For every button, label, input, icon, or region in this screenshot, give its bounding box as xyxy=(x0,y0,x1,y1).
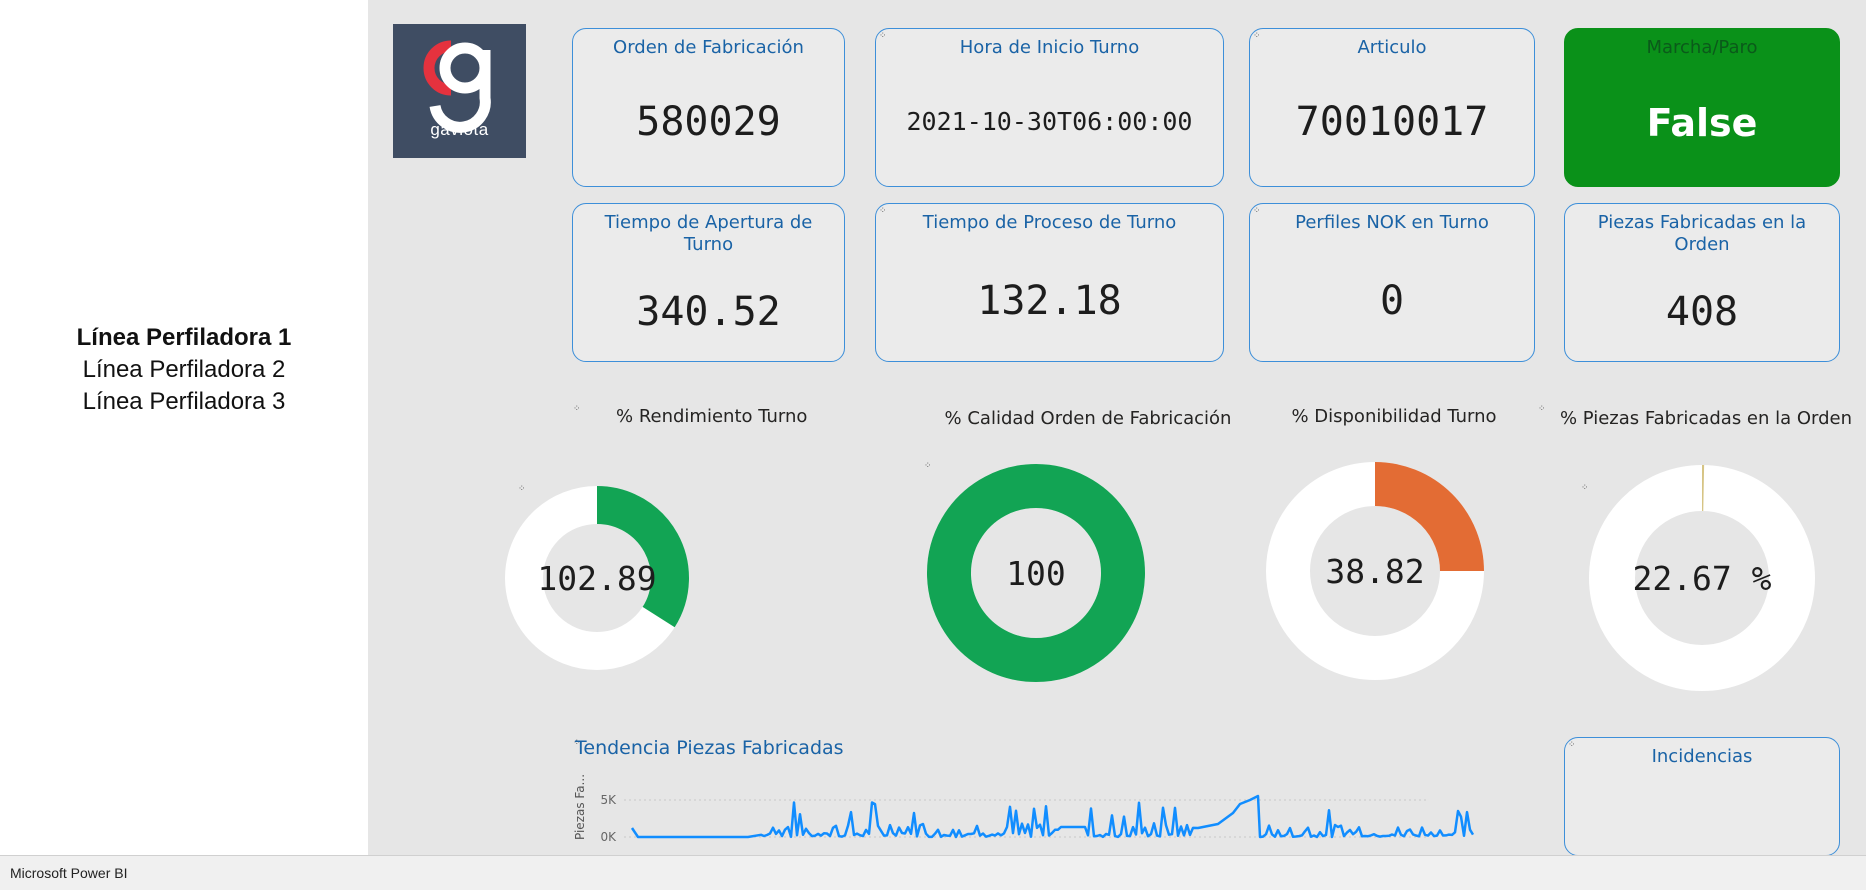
app-status-bar: Microsoft Power BI xyxy=(0,855,1866,890)
gaviota-logo: gaviota xyxy=(393,24,526,158)
logo-text: gaviota xyxy=(430,120,489,139)
donut-center-label: 22.67 % xyxy=(1632,559,1771,598)
card-value: 0 xyxy=(1379,278,1405,324)
card-value: 408 xyxy=(1665,289,1739,335)
card-marcha-paro[interactable]: Marcha/Paro False xyxy=(1564,28,1840,187)
card-title: Piezas Fabricadas en la Orden xyxy=(1597,212,1807,255)
card-perfiles-nok[interactable]: ⁘ Perfiles NOK en Turno 0 xyxy=(1249,203,1535,362)
card-title: Articulo xyxy=(1357,37,1427,58)
card-value: 2021-10-30T06:00:00 xyxy=(906,107,1193,136)
card-orden-fabricacion[interactable]: Orden de Fabricación 580029 xyxy=(572,28,845,187)
card-hora-inicio-turno[interactable]: ⁘ Hora de Inicio Turno 2021-10-30T06:00:… xyxy=(875,28,1224,187)
card-value: 340.52 xyxy=(636,289,781,335)
loading-icon: ⁘ xyxy=(1538,404,1546,414)
card-value: 580029 xyxy=(636,99,781,145)
loading-icon: ⁘ xyxy=(573,404,581,414)
card-incidencias[interactable]: ⁘ Incidencias xyxy=(1564,737,1840,856)
donut-center-label: 102.89 xyxy=(537,559,656,598)
loading-icon: ⁘ xyxy=(1581,483,1589,493)
card-title: Incidencias xyxy=(1651,746,1753,767)
donut-center-label: 38.82 xyxy=(1325,552,1424,591)
donut-title-piezas: % Piezas Fabricadas en la Orden xyxy=(1559,408,1853,429)
donut-chart-piezas[interactable]: ⁘ 22.67 % xyxy=(1578,460,1818,695)
card-tiempo-apertura[interactable]: Tiempo de Apertura de Turno 340.52 xyxy=(572,203,845,362)
card-title: Orden de Fabricación xyxy=(613,37,804,58)
card-title: Tiempo de Proceso de Turno xyxy=(922,212,1177,233)
donut-chart-calidad[interactable]: ⁘ 100 xyxy=(918,455,1158,690)
line-item-3[interactable]: Línea Perfiladora 3 xyxy=(0,386,368,418)
trend-y-axis-label: Piezas Fa... xyxy=(573,774,587,840)
card-tiempo-proceso[interactable]: ⁘ Tiempo de Proceso de Turno 132.18 xyxy=(875,203,1224,362)
trend-chart[interactable]: Piezas Fa... 5K 0K xyxy=(568,768,1528,855)
line-item-1[interactable]: Línea Perfiladora 1 xyxy=(0,322,368,354)
line-slicer: Línea Perfiladora 1 Línea Perfiladora 2 … xyxy=(0,322,368,418)
card-value: 70010017 xyxy=(1295,99,1489,145)
app-name: Microsoft Power BI xyxy=(10,865,128,881)
card-title: Tiempo de Apertura de Turno xyxy=(604,212,813,255)
card-title: Marcha/Paro xyxy=(1646,37,1758,58)
y-tick-0k: 0K xyxy=(600,830,617,844)
trend-line[interactable] xyxy=(630,794,1475,839)
card-title: Perfiles NOK en Turno xyxy=(1295,212,1489,233)
report-canvas: gaviota Orden de Fabricación 580029 ⁘ Ho… xyxy=(368,0,1866,856)
line-item-2[interactable]: Línea Perfiladora 2 xyxy=(0,354,368,386)
donut-title-disponibilidad: % Disponibilidad Turno xyxy=(1291,406,1497,427)
loading-icon: ⁘ xyxy=(518,484,526,494)
card-value: 132.18 xyxy=(977,278,1122,324)
line-slicer-panel: Línea Perfiladora 1 Línea Perfiladora 2 … xyxy=(0,0,368,855)
loading-icon: ⁘ xyxy=(924,461,932,471)
card-piezas-fabricadas[interactable]: Piezas Fabricadas en la Orden 408 xyxy=(1564,203,1840,362)
donut-chart-disponibilidad[interactable]: 38.82 xyxy=(1260,455,1500,690)
y-tick-5k: 5K xyxy=(600,793,617,807)
card-articulo[interactable]: ⁘ Articulo 70010017 xyxy=(1249,28,1535,187)
donut-title-rendimiento: % Rendimiento Turno xyxy=(616,406,808,427)
donut-center-label: 100 xyxy=(1006,554,1066,593)
card-value: False xyxy=(1646,101,1758,145)
trend-title: Tendencia Piezas Fabricadas xyxy=(575,737,844,759)
card-title: Hora de Inicio Turno xyxy=(959,37,1140,58)
donut-chart-rendimiento[interactable]: ⁘ 102.89 xyxy=(501,465,691,690)
